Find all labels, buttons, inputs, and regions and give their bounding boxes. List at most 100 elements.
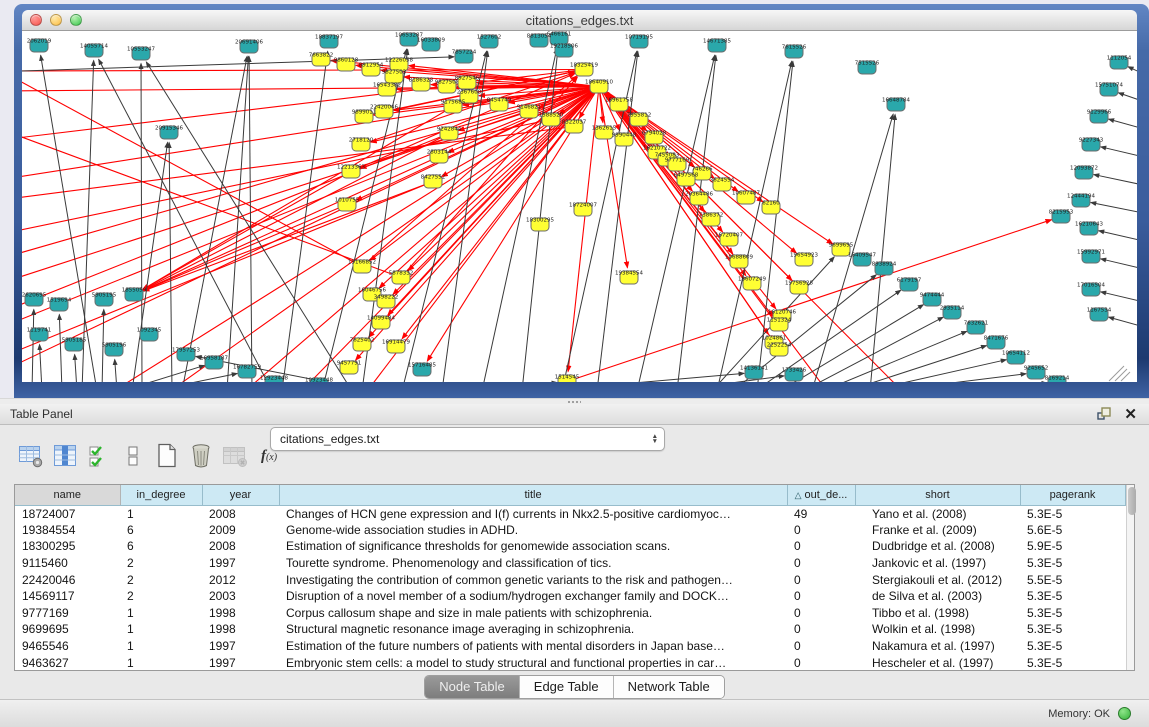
table-cell[interactable]: 0: [787, 522, 855, 539]
deselect-all-icon[interactable]: [118, 442, 148, 470]
close-panel-icon[interactable]: ✕: [1124, 407, 1137, 422]
table-cell[interactable]: 2009: [202, 522, 279, 539]
table-cell[interactable]: Genome-wide association studies in ADHD.: [279, 522, 787, 539]
new-table-icon[interactable]: [152, 442, 182, 470]
table-cell[interactable]: 2003: [202, 588, 279, 605]
delete-table-icon[interactable]: [186, 442, 216, 470]
table-cell[interactable]: 1997: [202, 654, 279, 671]
resize-grip-icon[interactable]: [1109, 366, 1130, 381]
citation-network-graph[interactable]: 2062019140557141055324720691406188371971…: [22, 31, 1137, 382]
column-header-title[interactable]: title: [279, 485, 787, 505]
column-header-short[interactable]: short: [855, 485, 1020, 505]
table-cell[interactable]: 18724007: [15, 505, 120, 522]
table-cell[interactable]: Wolkin et al. (1998): [855, 621, 1020, 638]
table-cell[interactable]: Hescheler et al. (1997): [855, 654, 1020, 671]
table-cell[interactable]: 2012: [202, 571, 279, 588]
table-cell[interactable]: 1998: [202, 621, 279, 638]
table-row[interactable]: 2242004622012Investigating the contribut…: [15, 571, 1125, 588]
table-cell[interactable]: 9777169: [15, 605, 120, 622]
table-cell[interactable]: 5.9E-5: [1020, 538, 1125, 555]
table-scrollbar[interactable]: [1126, 485, 1135, 670]
table-cell[interactable]: 5.5E-5: [1020, 571, 1125, 588]
table-settings-icon[interactable]: [16, 442, 46, 470]
table-cell[interactable]: 0: [787, 621, 855, 638]
table-row[interactable]: 1938455462009Genome-wide association stu…: [15, 522, 1125, 539]
table-cell[interactable]: 0: [787, 538, 855, 555]
table-scrollbar-thumb[interactable]: [1128, 487, 1136, 515]
table-cell[interactable]: Embryonic stem cells: a model to study s…: [279, 654, 787, 671]
table-cell[interactable]: Yano et al. (2008): [855, 505, 1020, 522]
table-cell[interactable]: 1: [120, 654, 202, 671]
table-cell[interactable]: 1997: [202, 555, 279, 572]
table-row[interactable]: 969969511998Structural magnetic resonanc…: [15, 621, 1125, 638]
table-cell[interactable]: 2: [120, 588, 202, 605]
network-window-titlebar[interactable]: citations_edges.txt: [22, 10, 1137, 31]
table-row[interactable]: 946554611997Estimation of the future num…: [15, 638, 1125, 655]
table-row[interactable]: 911546021997Tourette syndrome. Phenomeno…: [15, 555, 1125, 572]
table-cell[interactable]: Dudbridge et al. (2008): [855, 538, 1020, 555]
table-cell[interactable]: Nakamura et al. (1997): [855, 638, 1020, 655]
column-header-pagerank[interactable]: pagerank: [1020, 485, 1125, 505]
table-row[interactable]: 977716911998Corpus callosum shape and si…: [15, 605, 1125, 622]
network-view-frame[interactable]: citations_edges.txt 20620191405571410553…: [14, 4, 1149, 398]
table-cell[interactable]: 2008: [202, 538, 279, 555]
table-cell[interactable]: 1998: [202, 605, 279, 622]
table-cell[interactable]: 0: [787, 555, 855, 572]
table-row[interactable]: 1830029562008Estimation of significance …: [15, 538, 1125, 555]
minimize-window-icon[interactable]: [50, 14, 62, 26]
table-cell[interactable]: 1: [120, 621, 202, 638]
table-cell[interactable]: Jankovic et al. (1997): [855, 555, 1020, 572]
table-cell[interactable]: 5.3E-5: [1020, 654, 1125, 671]
table-row[interactable]: 1456911722003Disruption of a novel membe…: [15, 588, 1125, 605]
float-panel-icon[interactable]: [1097, 407, 1112, 421]
node-table[interactable]: namein_degreeyeartitle△out_de...shortpag…: [15, 485, 1126, 671]
table-cell[interactable]: 2: [120, 571, 202, 588]
table-cell[interactable]: Tourette syndrome. Phenomenology and cla…: [279, 555, 787, 572]
close-window-icon[interactable]: [30, 14, 42, 26]
table-cell[interactable]: 49: [787, 505, 855, 522]
table-cell[interactable]: 18300295: [15, 538, 120, 555]
table-cell[interactable]: Investigating the contribution of common…: [279, 571, 787, 588]
table-row[interactable]: 1872400712008Changes of HCN gene express…: [15, 505, 1125, 522]
table-cell[interactable]: 5.3E-5: [1020, 605, 1125, 622]
table-cell[interactable]: Estimation of significance thresholds fo…: [279, 538, 787, 555]
table-cell[interactable]: 2: [120, 555, 202, 572]
column-header-name[interactable]: name: [15, 485, 120, 505]
column-header-out_de[interactable]: △out_de...: [787, 485, 855, 505]
table-cell[interactable]: 19384554: [15, 522, 120, 539]
table-cell[interactable]: 5.3E-5: [1020, 555, 1125, 572]
table-cell[interactable]: 1997: [202, 638, 279, 655]
table-cell[interactable]: 2008: [202, 505, 279, 522]
table-cell[interactable]: 9465546: [15, 638, 120, 655]
zoom-window-icon[interactable]: [70, 14, 82, 26]
network-canvas[interactable]: 2062019140557141055324720691406188371971…: [22, 31, 1137, 382]
table-cell[interactable]: de Silva et al. (2003): [855, 588, 1020, 605]
table-cell[interactable]: 6: [120, 522, 202, 539]
table-cell[interactable]: Structural magnetic resonance image aver…: [279, 621, 787, 638]
table-cell[interactable]: 0: [787, 654, 855, 671]
table-cell[interactable]: 0: [787, 605, 855, 622]
table-cell[interactable]: 5.3E-5: [1020, 588, 1125, 605]
table-cell[interactable]: 9463627: [15, 654, 120, 671]
column-header-in_degree[interactable]: in_degree: [120, 485, 202, 505]
table-cell[interactable]: 5.3E-5: [1020, 505, 1125, 522]
table-cell[interactable]: Changes of HCN gene expression and I(f) …: [279, 505, 787, 522]
table-cell[interactable]: 0: [787, 638, 855, 655]
table-cell[interactable]: 22420046: [15, 571, 120, 588]
table-cell[interactable]: 0: [787, 571, 855, 588]
column-header-year[interactable]: year: [202, 485, 279, 505]
table-cell[interactable]: Stergiakouli et al. (2012): [855, 571, 1020, 588]
table-cell[interactable]: 5.3E-5: [1020, 638, 1125, 655]
select-column-icon[interactable]: [50, 442, 80, 470]
tab-node-table[interactable]: Node Table: [425, 676, 520, 698]
tab-edge-table[interactable]: Edge Table: [520, 676, 614, 698]
table-select-dropdown[interactable]: citations_edges.txt ▲▼: [270, 427, 665, 451]
select-all-icon[interactable]: [84, 442, 114, 470]
table-cell[interactable]: Disruption of a novel member of a sodium…: [279, 588, 787, 605]
table-cell[interactable]: Corpus callosum shape and size in male p…: [279, 605, 787, 622]
table-cell[interactable]: 6: [120, 538, 202, 555]
table-cell[interactable]: 9115460: [15, 555, 120, 572]
table-cell[interactable]: 5.3E-5: [1020, 621, 1125, 638]
table-row[interactable]: 946362711997Embryonic stem cells: a mode…: [15, 654, 1125, 671]
table-cell[interactable]: Estimation of the future numbers of pati…: [279, 638, 787, 655]
